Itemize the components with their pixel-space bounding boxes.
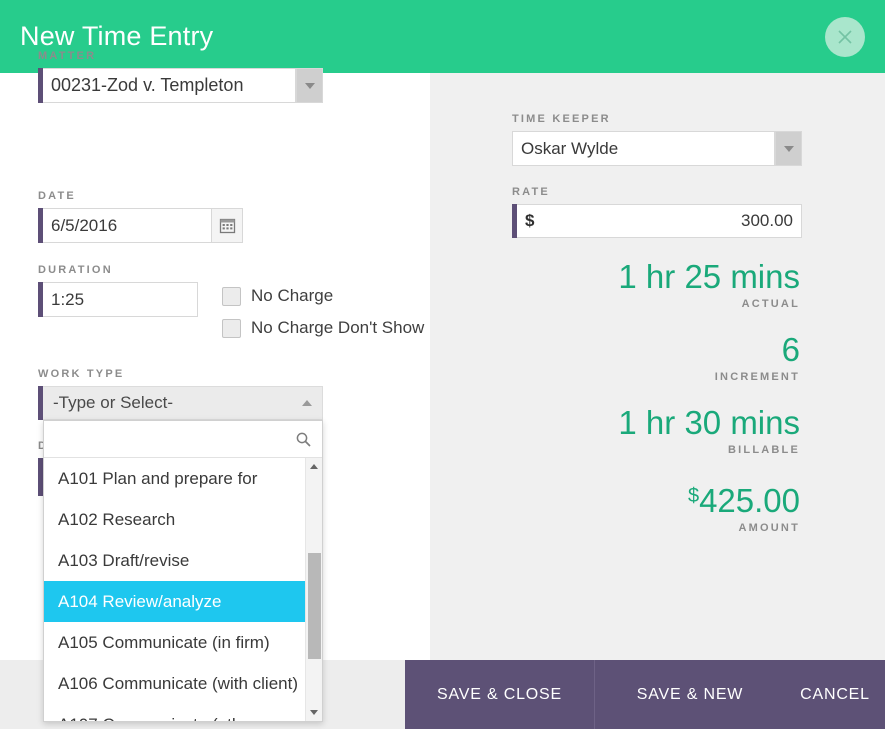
time-keeper-dropdown-button[interactable] bbox=[775, 131, 802, 166]
scrollbar-thumb[interactable] bbox=[308, 553, 321, 659]
summary-metric-value: 6 bbox=[781, 331, 800, 368]
scroll-up-button[interactable] bbox=[306, 458, 322, 475]
chevron-down-icon bbox=[304, 82, 315, 89]
matter-input-wrap[interactable]: 00231-Zod v. Templeton bbox=[38, 68, 323, 103]
time-keeper-input[interactable]: Oskar Wylde bbox=[512, 131, 775, 166]
work-type-label: WORK TYPE bbox=[38, 368, 125, 380]
chevron-up-icon bbox=[302, 400, 312, 406]
close-icon bbox=[838, 30, 852, 44]
summary-metric-value: 1 hr 25 mins bbox=[618, 258, 800, 295]
scroll-up-arrow-icon bbox=[310, 464, 318, 469]
work-type-option[interactable]: A107 Communicate (other bbox=[44, 704, 305, 722]
matter-field-group: MATTER 00231-Zod v. Templeton bbox=[38, 50, 323, 103]
work-type-option[interactable]: A102 Research bbox=[44, 499, 305, 540]
save-and-new-button[interactable]: SAVE & NEW bbox=[595, 660, 785, 729]
work-type-option[interactable]: A106 Communicate (with client) bbox=[44, 663, 305, 704]
save-and-close-button[interactable]: SAVE & CLOSE bbox=[405, 660, 595, 729]
scroll-down-arrow-icon bbox=[310, 710, 318, 715]
charge-options-group: No Charge No Charge Don't Show bbox=[222, 286, 424, 350]
date-input-wrap[interactable]: 6/5/2016 bbox=[38, 208, 243, 243]
rate-input[interactable]: $ 300.00 bbox=[517, 204, 802, 238]
no-charge-dont-show-label: No Charge Don't Show bbox=[251, 318, 425, 337]
time-keeper-label: TIME KEEPER bbox=[512, 113, 611, 125]
cancel-button[interactable]: CANCEL bbox=[785, 660, 885, 729]
scroll-down-button[interactable] bbox=[306, 704, 322, 721]
chevron-down-icon bbox=[783, 145, 794, 152]
time-keeper-input-wrap[interactable]: Oskar Wylde bbox=[512, 131, 802, 166]
summary-metrics: 1 hr 25 mins ACTUAL 6 INCREMENT 1 hr 30 mins… bbox=[618, 258, 800, 555]
footer-button-group: SAVE & CLOSE SAVE & NEW CANCEL bbox=[405, 660, 885, 729]
summary-metric-label: INCREMENT bbox=[714, 371, 800, 383]
work-type-option[interactable]: A105 Communicate (in firm) bbox=[44, 622, 305, 663]
work-type-list-wrap: A101 Plan and prepare for A102 Research A1… bbox=[44, 458, 322, 721]
summary-metric-value: 1 hr 30 mins bbox=[618, 404, 800, 441]
time-keeper-field-group: TIME KEEPER Oskar Wylde bbox=[512, 113, 802, 166]
work-type-list: A101 Plan and prepare for A102 Research A1… bbox=[44, 458, 305, 721]
date-picker-button[interactable] bbox=[212, 208, 243, 243]
summary-metric: 6 INCREMENT bbox=[618, 331, 800, 383]
work-type-select-face[interactable]: -Type or Select- bbox=[43, 386, 323, 420]
work-type-option[interactable]: A101 Plan and prepare for bbox=[44, 458, 305, 499]
matter-input[interactable]: 00231-Zod v. Templeton bbox=[43, 68, 296, 103]
summary-metric: 1 hr 30 mins BILLABLE bbox=[618, 404, 800, 456]
close-button[interactable] bbox=[825, 17, 865, 57]
work-type-value: -Type or Select- bbox=[53, 393, 173, 412]
no-charge-dont-show-checkbox[interactable] bbox=[222, 318, 241, 338]
rate-currency-symbol: $ bbox=[525, 211, 535, 230]
duration-input-wrap[interactable]: 1:25 bbox=[38, 282, 198, 317]
duration-label: DURATION bbox=[38, 264, 113, 276]
rate-input-wrap[interactable]: $ 300.00 bbox=[512, 204, 802, 238]
date-field-group: DATE 6/5/2016 bbox=[38, 190, 243, 243]
work-type-option[interactable]: A103 Draft/revise bbox=[44, 540, 305, 581]
work-type-search-row[interactable] bbox=[44, 421, 322, 458]
duration-input[interactable]: 1:25 bbox=[43, 282, 198, 317]
rate-field-group: RATE $ 300.00 bbox=[512, 186, 802, 238]
summary-metric-label: AMOUNT bbox=[738, 522, 800, 534]
work-type-dropdown-panel: A101 Plan and prepare for A102 Research A1… bbox=[43, 420, 323, 722]
duration-field-group: DURATION 1:25 bbox=[38, 264, 198, 317]
work-type-scrollbar[interactable] bbox=[305, 458, 322, 721]
no-charge-checkbox-row[interactable]: No Charge bbox=[222, 286, 424, 306]
work-type-select[interactable]: -Type or Select- bbox=[38, 386, 323, 420]
no-charge-checkbox[interactable] bbox=[222, 286, 241, 306]
no-charge-dont-show-checkbox-row[interactable]: No Charge Don't Show bbox=[222, 318, 424, 338]
work-type-field-group: WORK TYPE -Type or Select- bbox=[38, 368, 323, 420]
search-icon[interactable] bbox=[295, 431, 312, 448]
summary-metric-label: BILLABLE bbox=[728, 444, 800, 456]
summary-currency-symbol: $ bbox=[687, 485, 700, 507]
matter-dropdown-button[interactable] bbox=[296, 68, 323, 103]
no-charge-label: No Charge bbox=[251, 286, 334, 305]
rate-value: 300.00 bbox=[741, 211, 793, 230]
work-type-option[interactable]: A104 Review/analyze bbox=[44, 581, 305, 622]
calendar-icon bbox=[219, 218, 235, 234]
summary-metric-value: $425.00 bbox=[687, 482, 800, 519]
matter-label: MATTER bbox=[38, 50, 97, 62]
summary-metric: $425.00 AMOUNT bbox=[618, 477, 800, 534]
date-label: DATE bbox=[38, 190, 76, 202]
date-input[interactable]: 6/5/2016 bbox=[43, 208, 212, 243]
page-title: New Time Entry bbox=[20, 21, 214, 51]
summary-metric-label: ACTUAL bbox=[741, 298, 800, 310]
rate-label: RATE bbox=[512, 186, 550, 198]
summary-metric: 1 hr 25 mins ACTUAL bbox=[618, 258, 800, 310]
new-time-entry-dialog: New Time Entry MATTER 00231-Zod v. Templ… bbox=[0, 0, 885, 729]
